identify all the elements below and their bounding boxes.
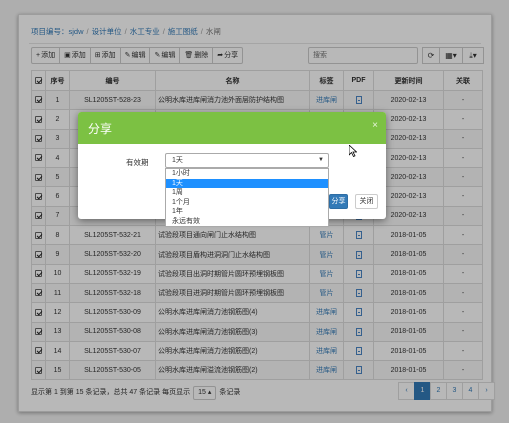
share-button[interactable]: 分享 <box>329 194 348 209</box>
close-button[interactable]: 关闭 <box>355 194 378 209</box>
share-dialog: 分享 × 有效期 1天 ▼ 1小时 1天 1周 1个月 1年 永远有效 分享 关闭 <box>78 112 386 227</box>
validity-select[interactable]: 1天 ▼ <box>165 153 329 168</box>
close-icon[interactable]: × <box>372 120 378 131</box>
chevron-down-icon: ▼ <box>318 157 324 163</box>
validity-option[interactable]: 1周 <box>166 188 328 198</box>
validity-option[interactable]: 1小时 <box>166 169 328 179</box>
validity-option[interactable]: 永远有效 <box>166 217 328 227</box>
validity-option[interactable]: 1年 <box>166 207 328 217</box>
validity-option[interactable]: 1个月 <box>166 198 328 208</box>
mouse-cursor-icon <box>349 145 357 157</box>
validity-selected-value: 1天 <box>172 157 183 164</box>
dialog-header: 分享 × <box>78 112 386 144</box>
validity-label: 有效期 <box>126 158 149 167</box>
validity-option[interactable]: 1天 <box>166 178 328 188</box>
dialog-title: 分享 <box>88 122 113 136</box>
validity-dropdown: 1小时 1天 1周 1个月 1年 永远有效 <box>165 168 329 227</box>
